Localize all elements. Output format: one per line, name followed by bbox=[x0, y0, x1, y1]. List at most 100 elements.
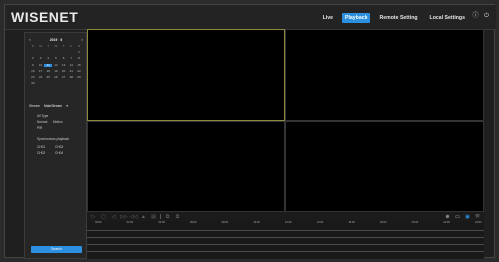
calendar-day[interactable]: 8 bbox=[75, 57, 83, 61]
calendar-day[interactable]: 9 bbox=[29, 63, 37, 68]
video-tile-4[interactable] bbox=[285, 121, 484, 212]
next-month-button[interactable]: > bbox=[81, 38, 83, 42]
prev-month-button[interactable]: < bbox=[29, 38, 31, 42]
calendar-day[interactable]: 16 bbox=[29, 69, 37, 74]
channel-ch01[interactable]: CH01 bbox=[37, 145, 45, 149]
calendar-day[interactable]: 25 bbox=[44, 75, 52, 80]
calendar-day[interactable]: 24 bbox=[37, 75, 45, 80]
calendar-day[interactable]: 11 bbox=[44, 63, 53, 68]
timeline-tick-label: 00:00 bbox=[95, 221, 102, 224]
timeline-tick-label: 24:00 bbox=[475, 221, 482, 224]
calendar-empty bbox=[60, 51, 68, 55]
calendar-grid: S M T W T F S 1 2 3 4 5 6 7 8 9 10 11 12 13 14 15 16 17 18 19 20 21… bbox=[29, 44, 83, 86]
calendar-day[interactable]: 19 bbox=[52, 69, 60, 74]
channel-ch02[interactable]: CH02 bbox=[37, 151, 45, 155]
timeline-tick-label: 10:00 bbox=[253, 221, 260, 224]
nav-playback[interactable]: Playback bbox=[341, 13, 371, 23]
stream-selector: Stream MainStream ▾ bbox=[29, 104, 68, 108]
fast-forward-icon[interactable]: ▷▷ bbox=[120, 214, 128, 220]
timeline[interactable]: 00:00 02:00 04:00 06:00 08:00 10:00 12:00 14:00… bbox=[87, 221, 484, 259]
calendar-empty bbox=[44, 82, 52, 86]
weekday-label: S bbox=[77, 44, 80, 48]
info-icon[interactable]: ⓘ bbox=[472, 13, 479, 20]
calendar-day[interactable]: 14 bbox=[67, 63, 75, 68]
channel-ch03[interactable]: CH03 bbox=[55, 145, 63, 149]
filter-motion[interactable]: Motion bbox=[53, 120, 63, 124]
calendar-day[interactable]: 29 bbox=[75, 75, 83, 80]
calendar-day[interactable]: 28 bbox=[67, 75, 75, 80]
calendar-empty bbox=[67, 82, 75, 86]
nav-remote-setting[interactable]: Remote Setting bbox=[376, 13, 420, 23]
calendar-day[interactable]: 13 bbox=[60, 63, 68, 68]
calendar-header: < 2019 6 > bbox=[29, 36, 83, 44]
calendar-day[interactable]: 12 bbox=[52, 63, 60, 68]
fullscreen-icon[interactable]: ⤧ bbox=[474, 214, 481, 220]
calendar-month[interactable]: 6 bbox=[60, 38, 62, 42]
calendar-day[interactable]: 30 bbox=[29, 82, 37, 86]
calendar-day[interactable]: 22 bbox=[75, 69, 83, 74]
sync-playback-toggle[interactable]: Synchronous playback bbox=[37, 137, 69, 141]
calendar-day[interactable]: 4 bbox=[44, 57, 52, 61]
filter-normal[interactable]: Normal bbox=[37, 120, 47, 124]
nav-live[interactable]: Live bbox=[320, 13, 336, 23]
calendar-empty bbox=[29, 51, 37, 55]
calendar-day[interactable]: 20 bbox=[60, 69, 68, 74]
search-button[interactable]: Search bbox=[31, 246, 82, 253]
weekday-label: S bbox=[31, 44, 34, 48]
snapshot-icon[interactable]: ▤ bbox=[150, 214, 157, 220]
calendar-day[interactable]: 21 bbox=[67, 69, 75, 74]
calendar-day[interactable]: 27 bbox=[60, 75, 68, 80]
channel-ch04[interactable]: CH04 bbox=[55, 151, 63, 155]
top-icons: ⓘ ⏻ bbox=[472, 13, 490, 20]
calendar-empty bbox=[37, 82, 45, 86]
power-icon[interactable]: ⏻ bbox=[483, 13, 490, 20]
video-tile-3[interactable] bbox=[87, 121, 285, 212]
calendar-day[interactable]: 2 bbox=[29, 57, 37, 61]
calendar-year[interactable]: 2019 bbox=[50, 38, 58, 42]
reverse-icon[interactable]: ◁ bbox=[110, 214, 117, 220]
calendar-day[interactable]: 17 bbox=[37, 69, 45, 74]
calendar-empty bbox=[52, 82, 60, 86]
layout-single-icon[interactable]: ▭ bbox=[454, 214, 461, 220]
layout-quad-icon[interactable]: ▣ bbox=[464, 214, 471, 220]
zoom-icon[interactable]: ⊕ bbox=[444, 214, 451, 220]
calendar-day[interactable]: 5 bbox=[52, 57, 60, 61]
weekday-label: T bbox=[62, 44, 65, 48]
video-tile-1[interactable] bbox=[87, 29, 285, 121]
calendar-day[interactable]: 10 bbox=[37, 63, 45, 68]
calendar-day[interactable]: 26 bbox=[52, 75, 60, 80]
timeline-tick-label: 06:00 bbox=[190, 221, 197, 224]
chevron-down-icon[interactable]: ▾ bbox=[66, 104, 68, 108]
stream-select[interactable]: MainStream bbox=[44, 104, 62, 108]
calendar-day[interactable]: 18 bbox=[44, 69, 52, 74]
calendar-year-month: 2019 6 bbox=[50, 38, 62, 42]
divider bbox=[160, 214, 161, 219]
calendar-day[interactable]: 15 bbox=[75, 63, 83, 68]
timeline-tick-label: 04:00 bbox=[158, 221, 165, 224]
clip-end-icon[interactable]: ⧉ bbox=[174, 214, 181, 220]
filter-pir[interactable]: PIR bbox=[37, 126, 42, 130]
weekday-label: F bbox=[70, 44, 73, 48]
nav-local-settings[interactable]: Local Settings bbox=[427, 13, 468, 23]
app-window: WISENET Live Playback Remote Setting Loc… bbox=[4, 4, 496, 259]
calendar-day[interactable]: 1 bbox=[75, 51, 83, 55]
calendar-day[interactable]: 6 bbox=[60, 57, 68, 61]
timeline-track[interactable] bbox=[87, 251, 484, 252]
timeline-track[interactable] bbox=[87, 230, 484, 231]
timeline-tick-label: 12:00 bbox=[285, 221, 292, 224]
timeline-track[interactable] bbox=[87, 244, 484, 245]
stop-icon[interactable]: ▢ bbox=[100, 214, 107, 220]
main-nav: Live Playback Remote Setting Local Setti… bbox=[320, 13, 468, 23]
rewind-icon[interactable]: ◁◁ bbox=[130, 214, 138, 220]
timeline-track[interactable] bbox=[87, 237, 484, 238]
play-icon[interactable]: ▷ bbox=[90, 214, 97, 220]
calendar-day[interactable]: 23 bbox=[29, 75, 37, 80]
calendar-day[interactable]: 7 bbox=[67, 57, 75, 61]
timeline-ticks: 00:00 02:00 04:00 06:00 08:00 10:00 12:00 14:00… bbox=[87, 221, 484, 228]
weekday-label: T bbox=[47, 44, 50, 48]
calendar-day[interactable]: 3 bbox=[37, 57, 45, 61]
clip-start-icon[interactable]: ⧉ bbox=[164, 214, 171, 220]
filter-all-type[interactable]: All Type bbox=[37, 114, 48, 118]
video-tile-2[interactable] bbox=[285, 29, 484, 121]
volume-icon[interactable]: ▲ bbox=[140, 214, 147, 220]
